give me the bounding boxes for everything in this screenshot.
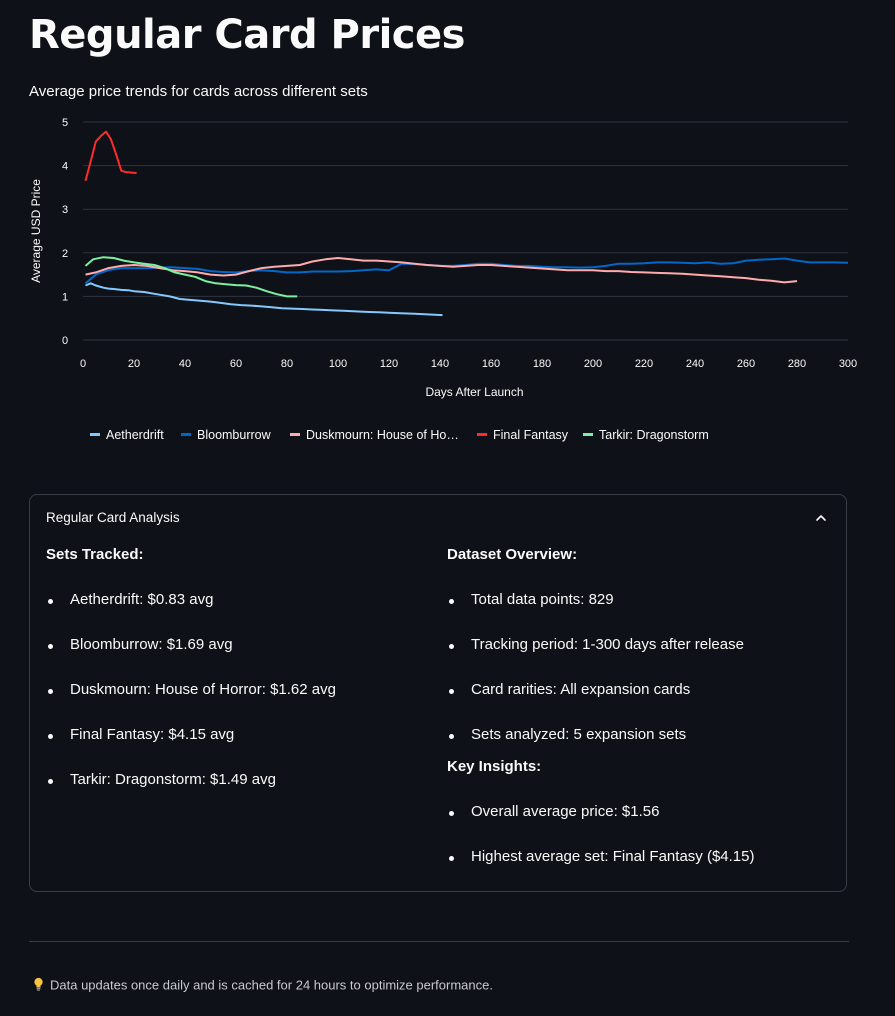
legend-swatch [181, 433, 191, 436]
x-tick-label: 280 [788, 358, 806, 370]
series-line-4 [84, 256, 298, 298]
series-line-0 [85, 282, 443, 317]
x-tick-label: 260 [737, 358, 755, 370]
y-tick-label: 0 [62, 335, 68, 347]
y-tick-label: 3 [62, 204, 68, 216]
price-trend-chart[interactable]: 0 1 2 3 4 5 0 20 40 60 80 100 120 140 160 180 200 220 240… [0, 110, 895, 455]
x-tick-label: 20 [128, 358, 140, 370]
chart-gridlines [83, 121, 848, 341]
x-tick-label: 180 [533, 358, 551, 370]
legend-label: Duskmourn: House of Ho… [306, 428, 459, 442]
list-item: Bloomburrow: $1.69 avg [46, 635, 336, 680]
chevron-up-icon[interactable] [814, 511, 828, 525]
x-tick-label: 60 [230, 358, 242, 370]
page-subtitle: Average price trends for cards across di… [29, 83, 368, 100]
footer-text: Data updates once daily and is cached fo… [50, 977, 493, 993]
list-item: Tracking period: 1-300 days after releas… [447, 635, 754, 680]
sets-tracked-heading: Sets Tracked: [46, 546, 144, 563]
x-tick-label: 220 [635, 358, 653, 370]
sets-tracked-column: Sets Tracked: Aetherdrift: $0.83 avg Blo… [46, 545, 336, 815]
legend-swatch [90, 433, 100, 436]
sets-tracked-list: Aetherdrift: $0.83 avg Bloomburrow: $1.6… [46, 590, 336, 815]
series-line-3 [84, 130, 137, 182]
x-tick-label: 300 [839, 358, 857, 370]
y-axis-title: Average USD Price [29, 179, 43, 283]
footer-note: Data updates once daily and is cached fo… [33, 977, 493, 993]
y-tick-label: 2 [62, 248, 68, 260]
dataset-overview-heading: Dataset Overview: [447, 546, 578, 563]
x-tick-label: 200 [584, 358, 602, 370]
list-item: Overall average price: $1.56 [447, 802, 754, 847]
x-tick-label: 160 [482, 358, 500, 370]
y-tick-label: 1 [62, 291, 68, 303]
y-tick-label: 4 [62, 161, 68, 173]
x-tick-label: 80 [281, 358, 293, 370]
list-item: Duskmourn: House of Horror: $1.62 avg [46, 680, 336, 725]
chart-legend: Aetherdrift Bloomburrow Duskmourn: House o… [90, 428, 709, 442]
legend-label: Final Fantasy [493, 428, 569, 442]
list-item: Aetherdrift: $0.83 avg [46, 590, 336, 635]
legend-swatch [477, 433, 487, 436]
list-item: Tarkir: Dragonstorm: $1.49 avg [46, 770, 336, 815]
list-item: Card rarities: All expansion cards [447, 680, 754, 725]
expander-header[interactable]: Regular Card Analysis [46, 510, 180, 525]
x-tick-label: 40 [179, 358, 191, 370]
y-tick-label: 5 [62, 117, 68, 129]
legend-swatch [583, 433, 593, 436]
x-tick-label: 100 [329, 358, 347, 370]
series-line-2 [85, 257, 798, 284]
x-tick-label: 140 [431, 358, 449, 370]
list-item: Sets analyzed: 5 expansion sets [447, 725, 754, 757]
key-insights-list: Overall average price: $1.56 Highest ave… [447, 802, 754, 892]
x-tick-label: 0 [80, 358, 86, 370]
line-chart-svg: 0 1 2 3 4 5 0 20 40 60 80 100 120 140 160 180 200 220 240… [29, 117, 857, 442]
legend-label: Tarkir: Dragonstorm [599, 428, 709, 442]
list-item: Final Fantasy: $4.15 avg [46, 725, 336, 770]
x-tick-label: 240 [686, 358, 704, 370]
page-title: Regular Card Prices [29, 12, 465, 58]
analysis-expander: Regular Card Analysis Sets Tracked: Aeth… [29, 494, 847, 892]
divider [29, 941, 849, 942]
chart-series [84, 130, 849, 317]
dataset-overview-column: Dataset Overview: Total data points: 829… [447, 545, 754, 892]
dataset-overview-list: Total data points: 829 Tracking period: … [447, 590, 754, 757]
list-item: Highest average set: Final Fantasy ($4.1… [447, 847, 754, 892]
x-tick-label: 120 [380, 358, 398, 370]
x-axis-title: Days After Launch [425, 385, 523, 399]
legend-label: Bloomburrow [197, 428, 272, 442]
legend-label: Aetherdrift [106, 428, 164, 442]
y-axis-ticks: 0 1 2 3 4 5 [62, 117, 68, 347]
lightbulb-icon [34, 977, 43, 991]
key-insights-heading: Key Insights: [447, 758, 542, 775]
legend-swatch [290, 433, 300, 436]
list-item: Total data points: 829 [447, 590, 754, 635]
x-axis-ticks: 0 20 40 60 80 100 120 140 160 180 200 220 240 260 280 3… [80, 358, 857, 370]
